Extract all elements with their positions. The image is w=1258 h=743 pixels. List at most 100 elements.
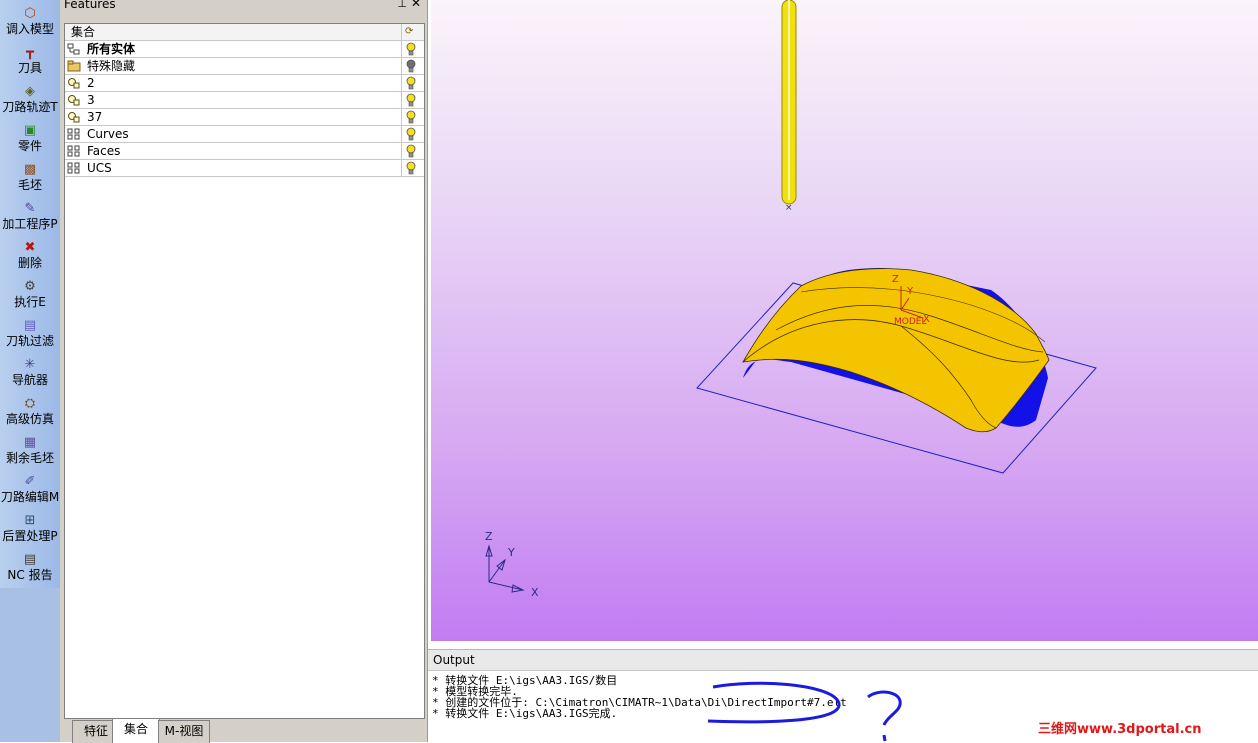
tab-m-view[interactable]: M-视图 xyxy=(158,720,210,743)
feature-row[interactable]: 3 xyxy=(65,92,424,109)
triad-y-label: Y xyxy=(507,546,515,559)
toolbar-button[interactable]: ▩ 毛坯 xyxy=(0,160,60,198)
lightbulb-icon[interactable] xyxy=(405,93,417,107)
view-triad: Z Y X xyxy=(485,530,539,599)
model-y-label: Y xyxy=(906,286,914,297)
feature-row[interactable]: 特殊隐藏 xyxy=(65,58,424,75)
toolbar-button[interactable]: ▤ NC 报告 xyxy=(0,550,60,588)
tree-icon xyxy=(67,128,81,140)
watermark: 三维网www.3dportal.cn xyxy=(1038,722,1202,737)
toolbar-label: 导航器 xyxy=(11,373,48,387)
toolbar-label: NC 报告 xyxy=(7,568,53,582)
feature-row[interactable]: 37 xyxy=(65,109,424,126)
viewport-scene: × Z Y X MODEL Z Y X xyxy=(485,0,1097,599)
procedure-icon: ✎ xyxy=(24,201,36,216)
column-divider xyxy=(401,92,402,108)
toolbar-button[interactable]: ⛭ 高级仿真 xyxy=(0,394,60,432)
set-icon xyxy=(67,94,81,106)
feature-name: 所有实体 xyxy=(87,42,136,56)
toolpath-icon: ◈ xyxy=(25,84,35,99)
part-icon: ▣ xyxy=(23,123,37,138)
toolbar-button[interactable]: ◈ 刀路轨迹T xyxy=(0,82,60,120)
folder-icon xyxy=(67,60,81,72)
feature-row[interactable]: Curves xyxy=(65,126,424,143)
toolbar-button[interactable]: ▦ 剩余毛坯 xyxy=(0,433,60,471)
toolbar-label: 加工程序P xyxy=(2,217,58,231)
remaining-stock-icon: ▦ xyxy=(23,435,37,450)
lightbulb-icon[interactable] xyxy=(405,42,417,56)
toolbar-button[interactable]: ✎ 加工程序P xyxy=(0,199,60,237)
feature-name: 特殊隐藏 xyxy=(87,59,136,73)
toolbar-label: 高级仿真 xyxy=(5,412,54,426)
toolbar-label: 刀路轨迹T xyxy=(2,100,58,114)
features-tabs: 特征 集合 M-视图 xyxy=(60,718,427,743)
toolbar-button[interactable]: ⬡ 调入模型 xyxy=(0,4,60,42)
feature-name: 37 xyxy=(87,110,103,124)
pin-icon[interactable]: ⊥ xyxy=(397,0,407,9)
toolbar-button[interactable]: ⚙ 执行E xyxy=(0,277,60,315)
feature-name: 3 xyxy=(87,93,95,107)
feature-row[interactable]: 所有实体 xyxy=(65,41,424,58)
feature-name: 2 xyxy=(87,76,95,90)
column-divider xyxy=(401,58,402,74)
toolbar-button[interactable]: ▣ 零件 xyxy=(0,121,60,159)
graphics-viewport[interactable]: × Z Y X MODEL Z Y X xyxy=(431,0,1258,641)
toolbar-label: 剩余毛坯 xyxy=(5,451,54,465)
simulation-icon: ⛭ xyxy=(24,396,36,411)
features-title-bar: Features ⊥ ✕ xyxy=(60,0,427,13)
toolbar-button[interactable]: ✳ 导航器 xyxy=(0,355,60,393)
import-model-icon: ⬡ xyxy=(24,6,36,21)
toolbar-button[interactable]: ┳ 刀具 xyxy=(0,43,60,81)
lightbulb-icon[interactable] xyxy=(405,76,417,90)
close-icon[interactable]: ✕ xyxy=(411,0,421,9)
lightbulb-icon[interactable] xyxy=(405,161,417,175)
set-icon xyxy=(67,111,81,123)
column-divider xyxy=(401,24,402,40)
toolbar-label: 删除 xyxy=(17,256,42,270)
features-panel: Features ⊥ ✕ 集合 ⟳ 所有实体特殊隐藏 2 3 37 Curves Faces U… xyxy=(60,0,428,743)
lightbulb-icon[interactable] xyxy=(405,110,417,124)
lightbulb-icon[interactable] xyxy=(405,127,417,141)
lightbulb-icon[interactable] xyxy=(405,59,417,73)
feature-name: Curves xyxy=(87,127,129,141)
column-header: 集合 xyxy=(71,25,96,39)
navigator-icon: ✳ xyxy=(24,357,36,372)
features-list: 集合 ⟳ 所有实体特殊隐藏 2 3 37 Curves Faces UCS xyxy=(64,23,425,719)
delete-icon: ✖ xyxy=(24,240,36,255)
toolbar-label: 零件 xyxy=(17,139,42,153)
column-divider xyxy=(401,160,402,176)
toolbar-label: 刀具 xyxy=(17,61,42,75)
features-title: Features xyxy=(64,0,116,11)
toolbar-label: 后置处理P xyxy=(2,529,58,543)
left-toolbar: ⬡ 调入模型 ┳ 刀具 ◈ 刀路轨迹T ▣ 零件 ▩ 毛坯 ✎ 加工程序P ✖ 删除 ⚙ 执行E ▤ 刀轨过滤 ✳ 导… xyxy=(0,0,60,742)
toolbar-button[interactable]: ⊞ 后置处理P xyxy=(0,511,60,549)
cutting-tool: × xyxy=(781,0,797,213)
visibility-toggle-icon[interactable]: ⟳ xyxy=(405,25,417,39)
svg-text:×: × xyxy=(785,203,793,213)
toolbar-button[interactable]: ✖ 删除 xyxy=(0,238,60,276)
feature-row[interactable]: UCS xyxy=(65,160,424,177)
feature-row[interactable]: Faces xyxy=(65,143,424,160)
column-divider xyxy=(401,75,402,91)
tree-icon xyxy=(67,145,81,157)
toolbar-button[interactable]: ✐ 刀路编辑M xyxy=(0,472,60,510)
toolbar-button[interactable]: ▤ 刀轨过滤 xyxy=(0,316,60,354)
tab-sets[interactable]: 集合 xyxy=(112,718,160,743)
triad-x-label: X xyxy=(531,586,539,599)
toolbar-label: 执行E xyxy=(14,295,46,309)
model-z-label: Z xyxy=(892,274,899,285)
feature-row[interactable]: 2 xyxy=(65,75,424,92)
tree-icon xyxy=(67,162,81,174)
toolpath-edit-icon: ✐ xyxy=(24,474,36,489)
feature-name: Faces xyxy=(87,144,121,158)
toolbar-label: 毛坯 xyxy=(17,178,42,192)
execute-icon: ⚙ xyxy=(24,279,36,294)
all-entities-icon xyxy=(67,43,81,55)
feature-name: UCS xyxy=(87,161,112,175)
stock-icon: ▩ xyxy=(23,162,37,177)
column-divider xyxy=(401,126,402,142)
lightbulb-icon[interactable] xyxy=(405,144,417,158)
nc-report-icon: ▤ xyxy=(23,552,37,567)
part-surface xyxy=(742,268,1050,433)
toolbar-label: 刀轨过滤 xyxy=(5,334,54,348)
